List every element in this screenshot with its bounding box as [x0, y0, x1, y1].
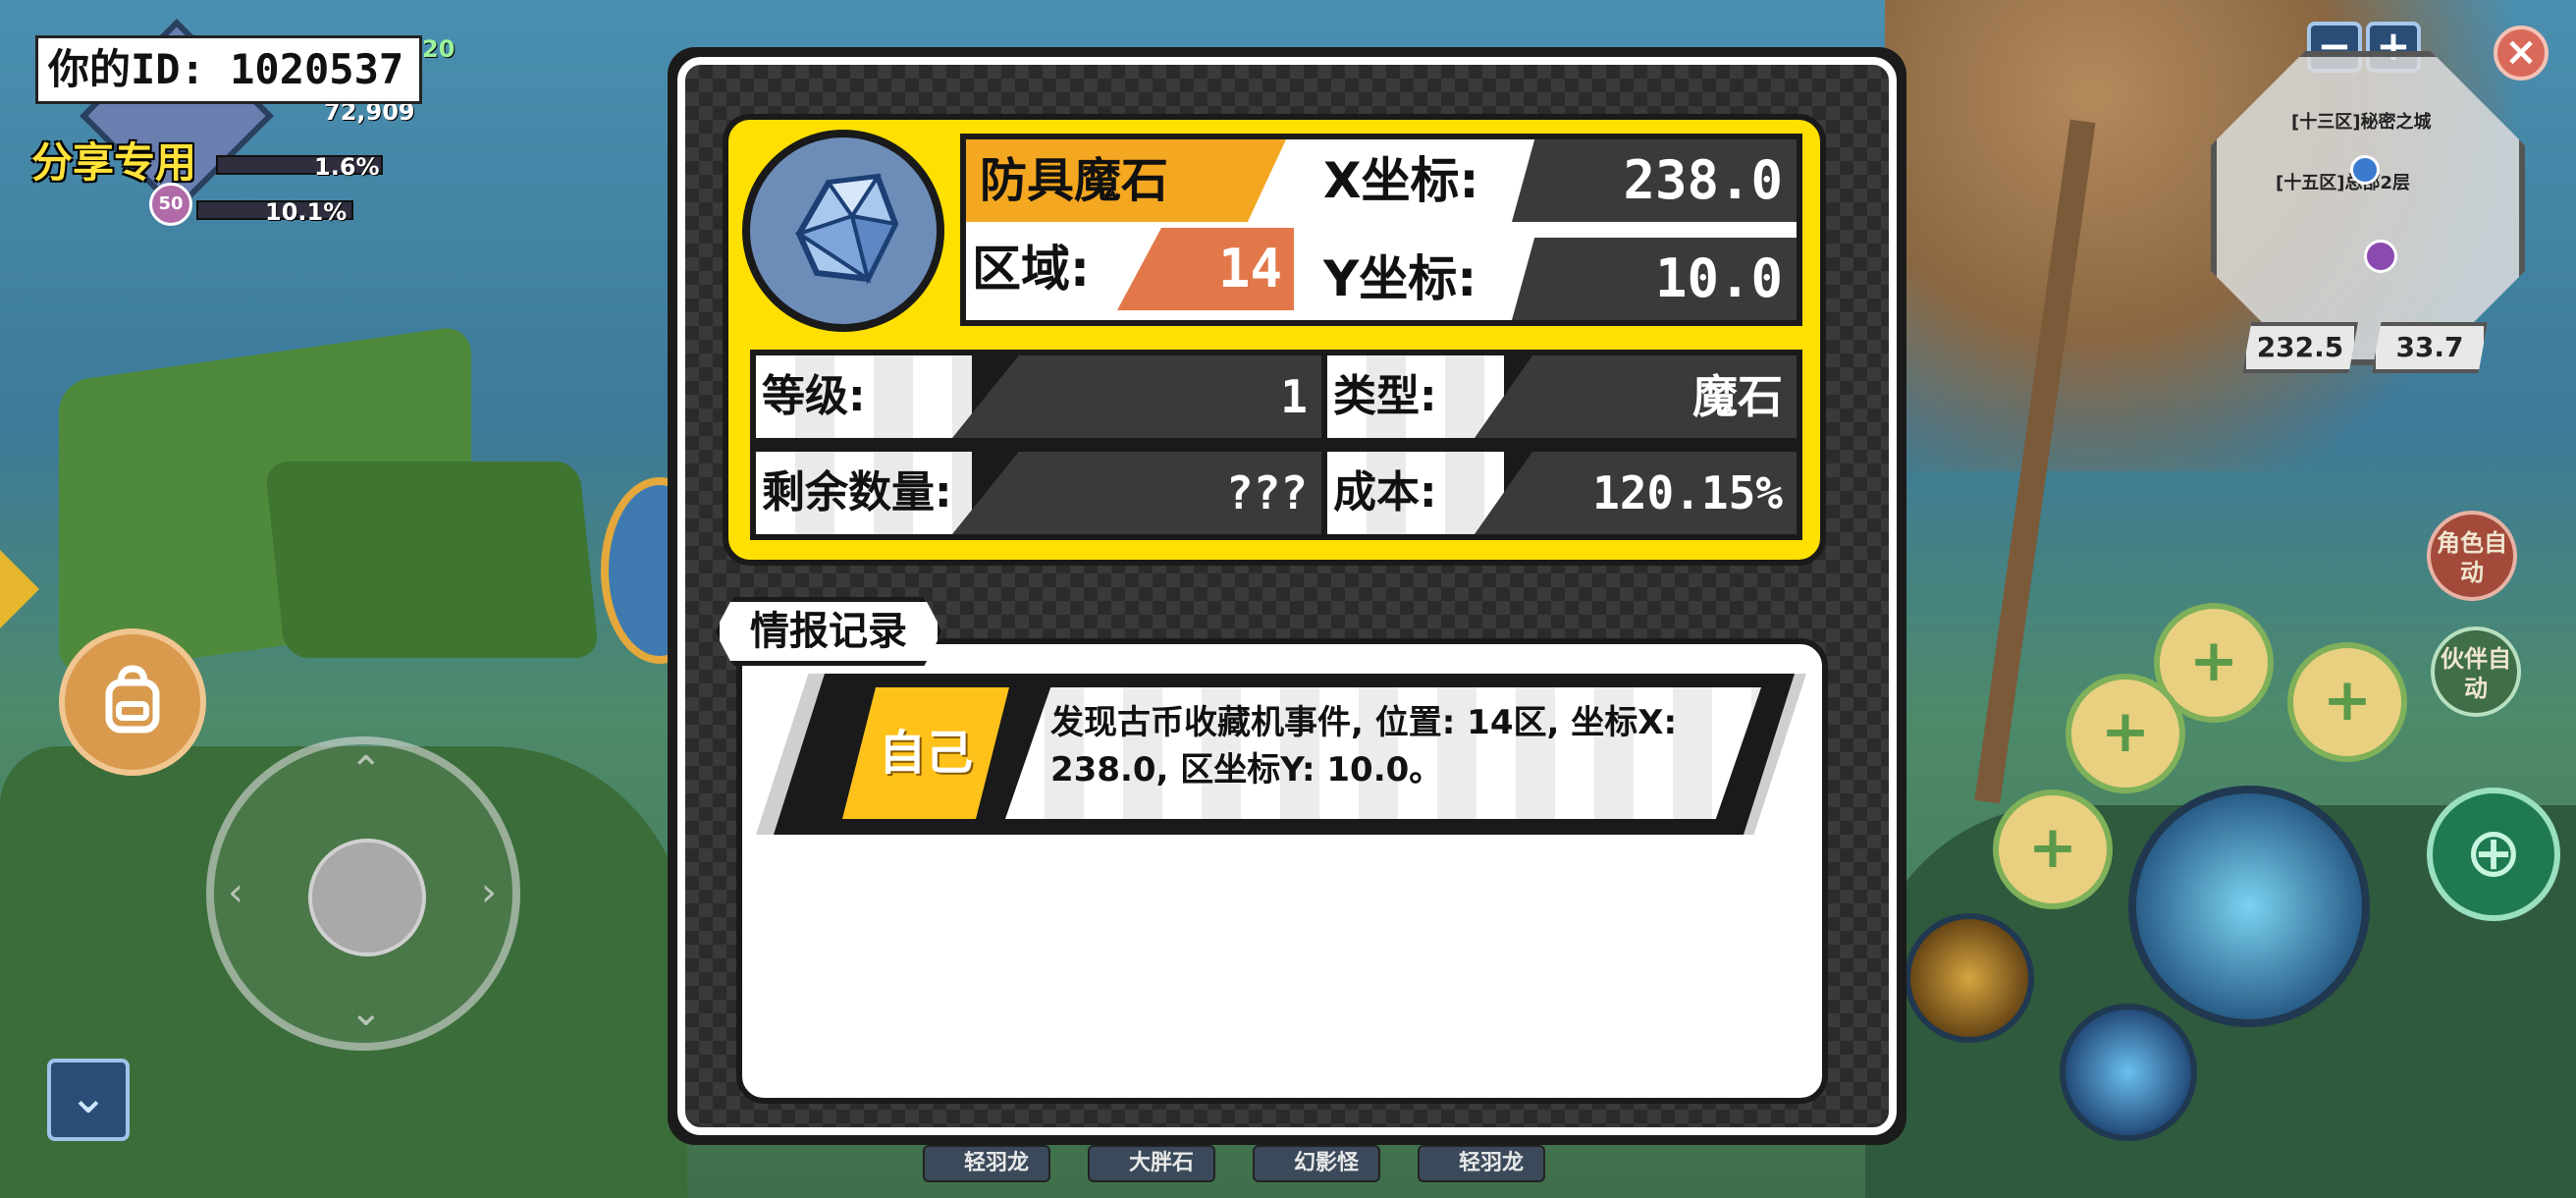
type-label: 类型: — [1327, 355, 1504, 438]
crosshair-icon[interactable]: ⊕ — [2427, 788, 2560, 921]
minimap-area-label: [十三区]秘密之城 — [2291, 112, 2432, 133]
enemy-tag: 幻影怪 — [1253, 1145, 1381, 1182]
main-attack-button[interactable] — [2128, 786, 2370, 1027]
remaining-value: ??? — [952, 452, 1321, 534]
intel-panel: 防具魔石 区域: 14 X坐标: 238.0 Y坐标: 10.0 等级: 1 类… — [668, 47, 1906, 1145]
left-edge-arrow-button[interactable] — [0, 550, 39, 628]
auto-partner-button[interactable]: 伙伴自动 — [2431, 626, 2521, 717]
level-value: 1 — [952, 355, 1321, 438]
remaining-label: 剩余数量: — [756, 452, 972, 534]
auto-role-button[interactable]: 角色自动 — [2427, 511, 2517, 601]
movement-joystick[interactable]: ⌃ ⌄ ‹ › — [206, 736, 520, 1051]
heart-plus-icon[interactable]: + — [2287, 642, 2407, 762]
chevron-left-icon: ‹ — [228, 870, 243, 915]
player-stat-mid: 1.6% — [314, 153, 380, 181]
chevron-down-icon: ⌄ — [349, 990, 383, 1035]
y-coord-label: Y坐标: — [1323, 250, 1477, 307]
enemy-tag: 轻羽龙 — [923, 1145, 1051, 1182]
minimap-coord-x: 232.5 — [2242, 322, 2358, 373]
cost-label: 成本: — [1327, 452, 1504, 534]
item-name: 防具魔石 — [966, 139, 1286, 222]
backpack-icon — [93, 661, 172, 743]
share-label: 分享专用 — [31, 138, 197, 187]
enemy-tag: 大胖石 — [1088, 1145, 1216, 1182]
magic-stone-icon — [770, 155, 917, 306]
collapse-button[interactable]: ⌄ — [47, 1059, 130, 1141]
minimap-area-label: [十五区]总部2层 — [2276, 173, 2410, 193]
log-entry[interactable]: 自己 发现古币收藏机事件, 位置: 14区, 坐标X: 238.0, 区坐标Y:… — [774, 674, 1795, 835]
dash-skill-button[interactable] — [1905, 913, 2034, 1043]
joystick-knob[interactable] — [308, 839, 426, 956]
item-coordinate-grid: 防具魔石 区域: 14 X坐标: 238.0 Y坐标: 10.0 — [960, 134, 1802, 326]
backpack-button[interactable] — [59, 628, 206, 776]
heart-plus-icon[interactable]: + — [1993, 790, 2113, 909]
level-label: 等级: — [756, 355, 972, 438]
close-icon[interactable]: × — [2494, 26, 2549, 81]
player-id-label: 你的ID: 1020537 — [35, 35, 422, 104]
item-icon-frame — [742, 130, 944, 332]
player-stat-low: 10.1% — [265, 198, 348, 226]
player-level-corner: 20 — [422, 35, 456, 63]
item-stats-grid: 等级: 1 类型: 魔石 剩余数量: ??? 成本: 120.15% — [750, 350, 1802, 540]
minimap-marker-icon — [2350, 155, 2380, 185]
log-entry-text: 发现古币收藏机事件, 位置: 14区, 坐标X: 238.0, 区坐标Y: 10… — [1050, 703, 1678, 790]
minimap-player-icon — [2364, 240, 2397, 273]
chevron-right-icon: › — [481, 870, 497, 915]
background-rock — [264, 462, 600, 658]
cost-value: 120.15% — [1475, 452, 1797, 534]
chevron-up-icon: ⌃ — [349, 748, 383, 793]
minimap[interactable]: [十三区]秘密之城 [十五区]总部2层 — [2211, 51, 2525, 365]
item-info-card: 防具魔石 区域: 14 X坐标: 238.0 Y坐标: 10.0 等级: 1 类… — [723, 114, 1826, 566]
x-coord-value: 238.0 — [1512, 139, 1797, 222]
enemy-tag: 轻羽龙 — [1418, 1145, 1546, 1182]
log-entry-source: 自己 — [842, 687, 1009, 819]
type-value: 魔石 — [1475, 355, 1797, 438]
run-skill-button[interactable] — [2060, 1004, 2197, 1141]
intel-log-panel[interactable]: 自己 发现古币收藏机事件, 位置: 14区, 坐标X: 238.0, 区坐标Y:… — [736, 638, 1828, 1104]
heart-plus-icon[interactable]: + — [2066, 674, 2185, 793]
intel-panel-body: 防具魔石 区域: 14 X坐标: 238.0 Y坐标: 10.0 等级: 1 类… — [677, 57, 1897, 1135]
x-coord-label: X坐标: — [1323, 152, 1479, 209]
region-label: 区域: — [972, 241, 1090, 298]
y-coord-value: 10.0 — [1512, 238, 1797, 320]
minimap-coord-y: 33.7 — [2372, 322, 2488, 373]
tab-intel-records[interactable]: 情报记录 — [715, 597, 942, 666]
chevron-down-icon: ⌄ — [68, 1069, 109, 1124]
